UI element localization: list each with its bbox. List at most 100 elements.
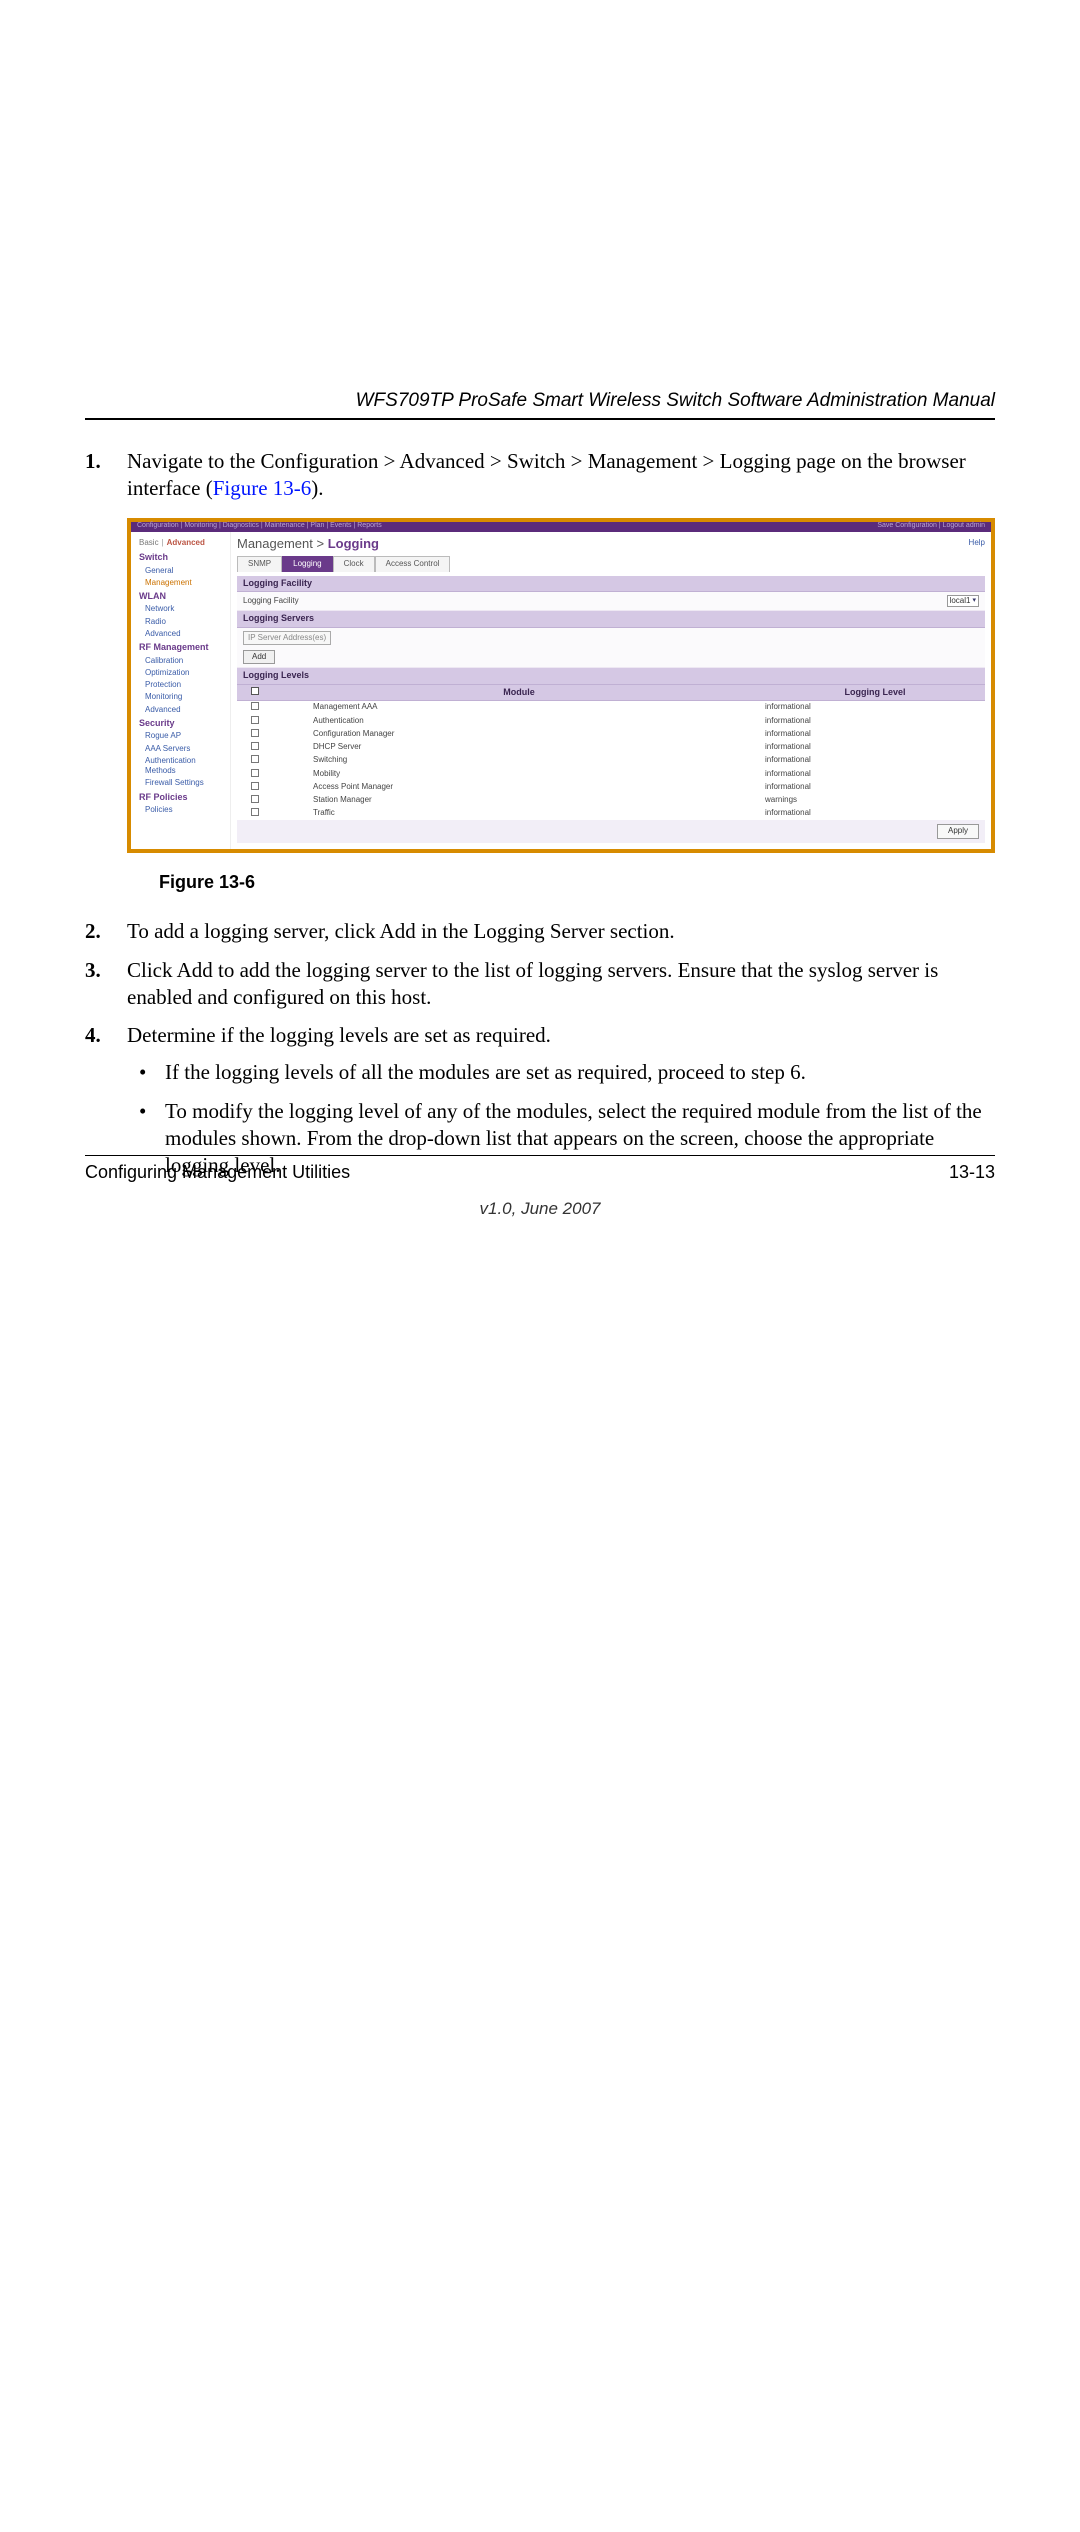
sidebar-item-calibration[interactable]: Calibration xyxy=(145,656,224,666)
row-module: Traffic xyxy=(273,808,765,819)
apply-row: Apply xyxy=(237,820,985,842)
row-module: Management AAA xyxy=(273,702,765,713)
logging-servers-row: IP Server Address(es) Add xyxy=(237,628,985,668)
row-checkbox[interactable] xyxy=(251,716,259,724)
sidebar-item-aaa-servers[interactable]: AAA Servers xyxy=(145,744,224,754)
select-all-checkbox[interactable] xyxy=(251,687,259,695)
breadcrumb: Management > Logging xyxy=(237,536,985,553)
table-row: DHCP Serverinformational xyxy=(237,741,985,754)
sidebar-item-auth-methods[interactable]: Authentication Methods xyxy=(145,756,224,776)
sidebar-section-wlan: WLAN xyxy=(139,591,224,603)
tab-clock[interactable]: Clock xyxy=(333,556,375,571)
row-module: DHCP Server xyxy=(273,742,765,753)
add-button[interactable]: Add xyxy=(243,650,275,664)
step-2: To add a logging server, click Add in th… xyxy=(85,918,995,945)
sidebar-item-rogue-ap[interactable]: Rogue AP xyxy=(145,731,224,741)
row-checkbox[interactable] xyxy=(251,729,259,737)
help-link[interactable]: Help xyxy=(969,538,985,548)
row-checkbox[interactable] xyxy=(251,808,259,816)
sidebar-item-wlan-advanced[interactable]: Advanced xyxy=(145,629,224,639)
col-module: Module xyxy=(273,685,765,701)
main-panel: Help Management > Logging SNMP Logging C… xyxy=(231,532,991,849)
table-row: Station Managerwarnings xyxy=(237,794,985,807)
sidebar: Basic|Advanced Switch General Management… xyxy=(131,532,231,849)
sidebar-item-radio[interactable]: Radio xyxy=(145,617,224,627)
sidebar-item-network[interactable]: Network xyxy=(145,604,224,614)
sidebar-item-monitoring[interactable]: Monitoring xyxy=(145,692,224,702)
row-level: warnings xyxy=(765,795,985,806)
apply-button[interactable]: Apply xyxy=(937,824,979,838)
table-row: Trafficinformational xyxy=(237,807,985,820)
logging-facility-row: Logging Facility local1 xyxy=(237,592,985,611)
row-checkbox[interactable] xyxy=(251,769,259,777)
breadcrumb-a: Management > xyxy=(237,536,328,551)
footer-rule xyxy=(85,1155,995,1156)
row-checkbox[interactable] xyxy=(251,782,259,790)
topbar-left: Configuration | Monitoring | Diagnostics… xyxy=(137,522,382,531)
row-module: Configuration Manager xyxy=(273,729,765,740)
sidebar-section-security: Security xyxy=(139,718,224,730)
step-list: Navigate to the Configuration > Advanced… xyxy=(85,448,995,1179)
breadcrumb-b: Logging xyxy=(328,536,379,551)
table-row: Access Point Managerinformational xyxy=(237,781,985,794)
ip-address-field[interactable]: IP Server Address(es) xyxy=(243,631,331,645)
sidebar-section-rf-policies: RF Policies xyxy=(139,792,224,804)
figure-13-6: Configuration | Monitoring | Diagnostics… xyxy=(127,518,995,853)
tab-snmp[interactable]: SNMP xyxy=(237,556,282,571)
row-module: Mobility xyxy=(273,769,765,780)
tab-access-control[interactable]: Access Control xyxy=(375,556,451,571)
footer: Configuring Management Utilities 13-13 v… xyxy=(85,1155,995,1219)
topbar-right: Save Configuration | Logout admin xyxy=(877,522,985,531)
tab-bar: SNMP Logging Clock Access Control xyxy=(237,556,985,571)
tab-logging[interactable]: Logging xyxy=(282,556,332,571)
row-level: informational xyxy=(765,729,985,740)
sidebar-item-general[interactable]: General xyxy=(145,566,224,576)
figure-caption: Figure 13-6 xyxy=(159,871,995,894)
sidebar-item-optimization[interactable]: Optimization xyxy=(145,668,224,678)
sidebar-item-management[interactable]: Management xyxy=(145,578,224,588)
row-level: informational xyxy=(765,702,985,713)
screenshot: Configuration | Monitoring | Diagnostics… xyxy=(127,518,995,853)
row-level: informational xyxy=(765,716,985,727)
screenshot-topbar: Configuration | Monitoring | Diagnostics… xyxy=(131,522,991,532)
logging-facility-label: Logging Facility xyxy=(243,596,323,606)
figure-reference-link[interactable]: Figure 13-6 xyxy=(213,476,312,500)
sidebar-item-firewall[interactable]: Firewall Settings xyxy=(145,778,224,788)
sidebar-item-protection[interactable]: Protection xyxy=(145,680,224,690)
bullet-1: If the logging levels of all the modules… xyxy=(127,1059,995,1086)
table-row: Configuration Managerinformational xyxy=(237,728,985,741)
sidebar-section-rf: RF Management xyxy=(139,642,224,654)
step-4-text: Determine if the logging levels are set … xyxy=(127,1023,551,1047)
row-level: informational xyxy=(765,769,985,780)
row-module: Station Manager xyxy=(273,795,765,806)
step-3: Click Add to add the logging server to t… xyxy=(85,957,995,1011)
sidebar-section-switch: Switch xyxy=(139,552,224,564)
header-rule xyxy=(85,418,995,420)
row-checkbox[interactable] xyxy=(251,742,259,750)
row-checkbox[interactable] xyxy=(251,755,259,763)
logging-facility-select[interactable]: local1 xyxy=(947,595,979,607)
sidebar-tab-basic[interactable]: Basic xyxy=(139,538,159,547)
step-1-text-b: ). xyxy=(311,476,323,500)
row-checkbox[interactable] xyxy=(251,702,259,710)
row-module: Access Point Manager xyxy=(273,782,765,793)
logging-levels-header: Logging Levels xyxy=(237,668,985,685)
row-level: informational xyxy=(765,782,985,793)
table-row: Management AAAinformational xyxy=(237,701,985,714)
row-module: Switching xyxy=(273,755,765,766)
sidebar-mode-tabs: Basic|Advanced xyxy=(139,538,224,548)
footer-version: v1.0, June 2007 xyxy=(85,1199,995,1219)
sidebar-tab-advanced[interactable]: Advanced xyxy=(167,538,205,547)
table-row: Mobilityinformational xyxy=(237,768,985,781)
levels-table-header: Module Logging Level xyxy=(237,685,985,702)
row-level: informational xyxy=(765,742,985,753)
step-1: Navigate to the Configuration > Advanced… xyxy=(85,448,995,894)
doc-header-title: WFS709TP ProSafe Smart Wireless Switch S… xyxy=(85,390,995,412)
sidebar-item-rf-advanced[interactable]: Advanced xyxy=(145,705,224,715)
levels-table-body: Management AAAinformationalAuthenticatio… xyxy=(237,701,985,820)
row-checkbox[interactable] xyxy=(251,795,259,803)
table-row: Authenticationinformational xyxy=(237,715,985,728)
footer-left: Configuring Management Utilities xyxy=(85,1162,350,1183)
sidebar-item-policies[interactable]: Policies xyxy=(145,805,224,815)
table-row: Switchinginformational xyxy=(237,754,985,767)
